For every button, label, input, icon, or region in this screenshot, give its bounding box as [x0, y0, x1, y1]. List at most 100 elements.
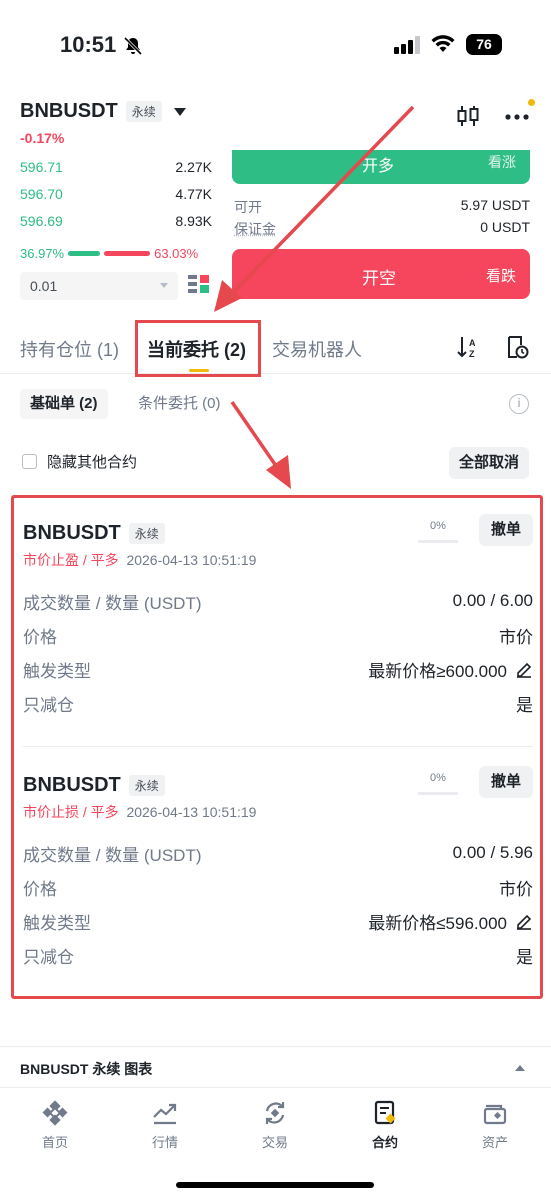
order-field: 触发类型 最新价格≤596.000 — [23, 904, 533, 938]
open-long-button[interactable]: 开多 看涨 — [232, 150, 530, 184]
margin-label: 保证金 — [234, 221, 276, 237]
orders-highlight-box: BNBUSDT 永续 0% 撤单 市价止盈 / 平多 2026-04-13 10… — [11, 495, 543, 999]
field-value: 0.00 / 5.96 — [452, 843, 533, 862]
hide-other-checkbox[interactable] — [22, 454, 37, 469]
more-menu[interactable] — [505, 99, 535, 125]
subtab-conditional-orders[interactable]: 条件委托 (0) — [128, 389, 231, 419]
order-time: 2026-04-13 10:51:19 — [126, 552, 257, 568]
order-tag: 永续 — [128, 774, 165, 796]
depth-precision-select[interactable]: 0.01 — [20, 272, 178, 300]
orders-tab-bar: 持有仓位 (1) 当前委托 (2) 交易机器人 — [20, 330, 531, 370]
buy-sell-ratio: 36.97% 63.03% — [20, 246, 212, 261]
svg-text:A: A — [469, 338, 476, 348]
price-change: -0.17% — [20, 130, 65, 146]
bid-row[interactable]: 596.69 8.93K — [20, 208, 212, 234]
order-field: 触发类型 最新价格≥600.000 — [23, 652, 533, 686]
symbol-name: BNBUSDT — [20, 100, 118, 122]
chart-bar-title: BNBUSDT 永续 图表 — [20, 1061, 153, 1077]
buy-ratio-bar — [68, 251, 101, 256]
futures-document-icon — [374, 1100, 396, 1125]
wifi-icon — [431, 35, 455, 52]
info-icon[interactable]: i — [509, 394, 529, 414]
contract-tag: 永续 — [125, 101, 162, 122]
field-label: 触发类型 — [23, 913, 91, 933]
bid-qty: 2.27K — [175, 159, 212, 175]
field-label: 成交数量 / 数量 (USDT) — [23, 593, 202, 613]
sell-ratio: 63.03% — [154, 246, 199, 261]
tab-trading-bots[interactable]: 交易机器人 — [272, 336, 362, 362]
order-field: 价格 市价 — [23, 870, 533, 904]
candlestick-icon[interactable] — [457, 104, 479, 128]
book-layout-icon[interactable] — [188, 274, 210, 296]
tab-divider — [0, 373, 551, 374]
symbol-selector[interactable]: BNBUSDT 永续 — [20, 100, 186, 123]
bid-price: 596.71 — [20, 159, 63, 175]
status-bar: 10:51 76 — [0, 0, 551, 90]
bid-row[interactable]: 596.71 2.27K — [20, 154, 212, 180]
order-meta: 市价止盈 / 平多 2026-04-13 10:51:19 — [23, 550, 533, 570]
open-long-sub: 看涨 — [488, 154, 516, 170]
open-long-label: 开多 — [362, 158, 395, 175]
nav-futures[interactable]: 合约 — [345, 1100, 425, 1151]
edit-pencil-icon[interactable] — [515, 912, 533, 930]
order-header: BNBUSDT 永续 0% 撤单 — [23, 514, 533, 546]
available-value: 5.97 USDT — [460, 197, 530, 213]
subtab-basic-orders[interactable]: 基础单 (2) — [20, 389, 108, 419]
chart-toggle-bar[interactable]: BNBUSDT 永续 图表 — [0, 1046, 551, 1086]
field-value: 市价 — [499, 627, 533, 647]
field-value: 0.00 / 6.00 — [452, 591, 533, 610]
nav-trade[interactable]: 交易 — [235, 1100, 315, 1151]
bid-row[interactable]: 596.70 4.77K — [20, 181, 212, 207]
sort-icon[interactable]: A Z — [457, 335, 479, 359]
home-indicator — [176, 1182, 374, 1188]
chart-trend-icon — [153, 1103, 177, 1125]
tab-highlight-box — [135, 320, 261, 377]
hide-other-contracts[interactable]: 隐藏其他合约 — [22, 451, 137, 472]
order-progress: 0% — [430, 772, 446, 784]
order-tag: 永续 — [128, 522, 165, 544]
cancel-all-button[interactable]: 全部取消 — [448, 447, 529, 479]
order-field: 成交数量 / 数量 (USDT) 0.00 / 6.00 — [23, 584, 533, 618]
margin-value: 0 USDT — [480, 219, 530, 235]
sell-ratio-bar — [104, 251, 151, 256]
trigger-value: 最新价格≤596.000 — [368, 913, 507, 933]
nav-markets[interactable]: 行情 — [125, 1100, 205, 1151]
nav-futures-label: 合约 — [371, 1135, 398, 1150]
depth-value: 0.01 — [30, 278, 58, 294]
bid-price: 596.69 — [20, 213, 63, 229]
field-label: 只减仓 — [23, 947, 74, 967]
field-value: 是 — [516, 695, 533, 715]
order-progress-bar — [418, 792, 458, 795]
field-label: 价格 — [23, 879, 57, 899]
tab-actions: A Z — [457, 335, 529, 359]
cancel-order-button[interactable]: 撤单 — [478, 766, 533, 798]
status-time: 10:51 — [60, 32, 117, 57]
field-value: 最新价格≤596.000 — [368, 909, 533, 934]
history-icon[interactable] — [505, 335, 529, 359]
nav-home[interactable]: 首页 — [15, 1100, 95, 1151]
order-field: 价格 市价 — [23, 618, 533, 652]
header-actions — [457, 99, 535, 128]
nav-assets[interactable]: 资产 — [455, 1100, 535, 1151]
order-card: BNBUSDT 永续 0% 撤单 市价止损 / 平多 2026-04-13 10… — [23, 766, 533, 972]
order-divider — [23, 746, 533, 747]
notification-dot — [528, 99, 535, 106]
open-short-button[interactable]: 开空 看跌 — [232, 249, 530, 299]
nav-trade-label: 交易 — [261, 1135, 288, 1150]
tab-positions[interactable]: 持有仓位 (1) — [20, 336, 119, 362]
order-header: BNBUSDT 永续 0% 撤单 — [23, 766, 533, 798]
order-progress-bar — [418, 540, 458, 543]
cancel-order-button[interactable]: 撤单 — [478, 514, 533, 546]
nav-markets-label: 行情 — [151, 1135, 178, 1150]
bid-qty: 4.77K — [175, 186, 212, 202]
hide-other-label: 隐藏其他合约 — [47, 454, 138, 471]
order-symbol: BNBUSDT — [23, 773, 121, 796]
edit-pencil-icon[interactable] — [515, 660, 533, 678]
order-card: BNBUSDT 永续 0% 撤单 市价止盈 / 平多 2026-04-13 10… — [23, 514, 533, 720]
order-field: 只减仓 是 — [23, 686, 533, 720]
svg-text:Z: Z — [469, 349, 475, 359]
signal-icon — [394, 36, 420, 54]
field-label: 价格 — [23, 627, 57, 647]
field-label: 成交数量 / 数量 (USDT) — [23, 845, 202, 865]
battery-indicator: 76 — [466, 34, 502, 55]
